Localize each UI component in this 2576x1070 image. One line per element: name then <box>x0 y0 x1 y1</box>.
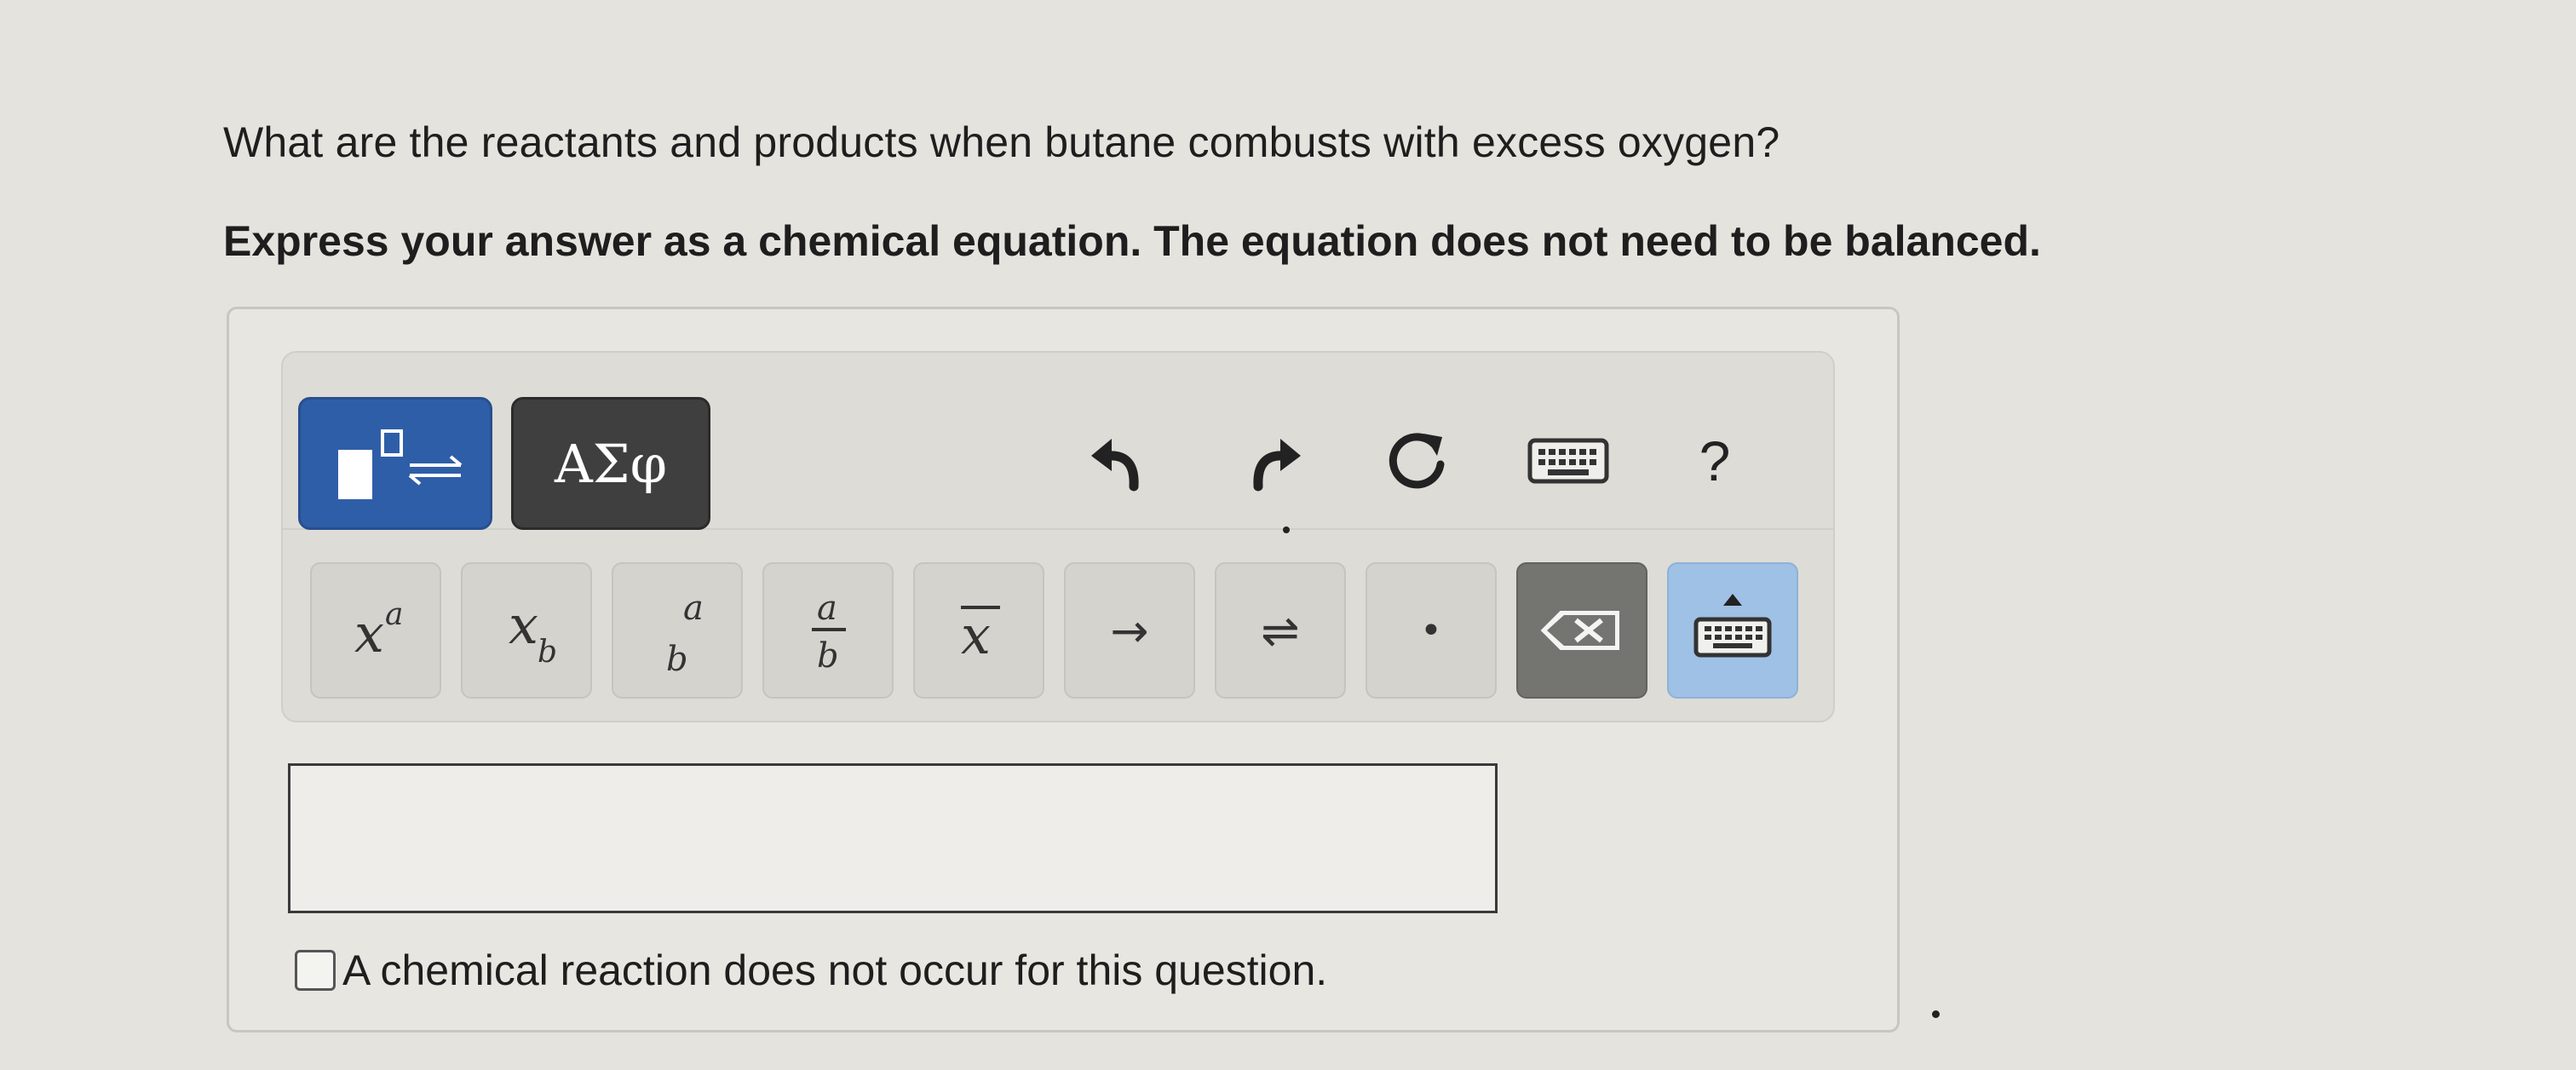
help-button[interactable]: ? <box>1668 414 1762 508</box>
show-keyboard-key[interactable] <box>1667 562 1798 699</box>
redo-icon <box>1253 439 1301 492</box>
svg-text:a: a <box>817 589 837 628</box>
no-reaction-checkbox[interactable] <box>295 950 336 991</box>
screen-speck <box>1283 526 1290 533</box>
svg-text:b: b <box>538 635 557 670</box>
subscript-key[interactable]: x b <box>461 562 592 699</box>
svg-text:a: a <box>385 597 403 632</box>
svg-text:x: x <box>354 602 384 664</box>
delete-key[interactable] <box>1516 562 1647 699</box>
no-reaction-label: A chemical reaction does not occur for t… <box>342 946 1328 994</box>
equilibrium-arrow-icon: ⇌ <box>1261 603 1300 658</box>
backspace-icon <box>1540 611 1619 650</box>
subscript-icon: x b <box>509 594 557 670</box>
redo-button[interactable] <box>1227 414 1320 508</box>
fraction-icon: a b <box>812 589 846 676</box>
svg-text:x: x <box>509 594 538 656</box>
reset-button[interactable] <box>1370 414 1463 508</box>
undo-icon <box>1091 439 1139 492</box>
undo-button[interactable] <box>1072 414 1165 508</box>
reaction-arrow-key[interactable]: → <box>1064 562 1195 699</box>
toolbar-divider <box>283 528 1833 530</box>
answer-input[interactable] <box>288 763 1498 913</box>
svg-text:b: b <box>817 636 839 676</box>
superscript-icon: x a <box>354 597 403 664</box>
overbar-key[interactable]: x <box>913 562 1044 699</box>
question-text: What are the reactants and products when… <box>223 118 1780 166</box>
equilibrium-arrow-key[interactable]: ⇌ <box>1215 562 1346 699</box>
tab-templates[interactable] <box>298 397 492 530</box>
keyboard-icon <box>1527 438 1609 484</box>
reset-icon <box>1389 433 1445 489</box>
svg-text:a: a <box>683 589 704 628</box>
keyboard-toggle-icon <box>1693 594 1772 658</box>
svg-text:x: x <box>961 604 991 666</box>
stacked-fraction-key[interactable]: a b <box>612 562 743 699</box>
answer-instruction: Express your answer as a chemical equati… <box>223 217 2041 265</box>
superscript-key[interactable]: x a <box>310 562 441 699</box>
svg-text:b: b <box>666 640 688 679</box>
dot-icon: • <box>1420 608 1442 653</box>
overbar-icon: x <box>961 604 1000 666</box>
templates-icon <box>338 429 463 499</box>
stacked-fraction-icon: a b <box>666 589 704 679</box>
screen-speck <box>1932 1010 1940 1018</box>
no-reaction-option[interactable]: A chemical reaction does not occur for t… <box>295 946 1327 995</box>
tab-symbols[interactable]: ΑΣφ <box>511 397 710 530</box>
fraction-key[interactable]: a b <box>762 562 894 699</box>
keyboard-shortcuts-button[interactable] <box>1521 414 1615 508</box>
dot-key[interactable]: • <box>1366 562 1497 699</box>
reaction-arrow-icon: → <box>1110 603 1149 658</box>
